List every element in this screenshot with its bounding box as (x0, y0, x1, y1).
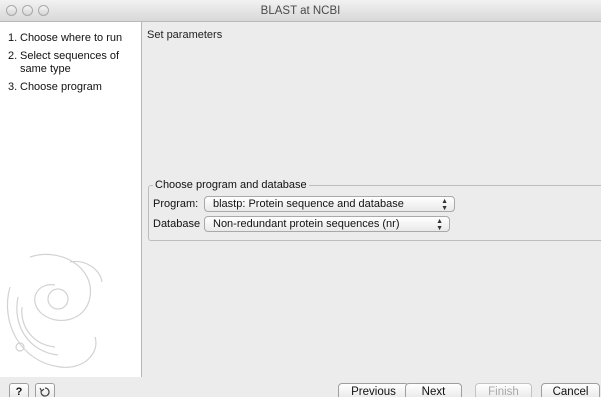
up-down-arrows-icon: ▲ ▼ (441, 198, 448, 212)
steps-list: 1. Choose where to run 2. Select sequenc… (0, 22, 141, 94)
window-title: BLAST at NCBI (260, 5, 341, 17)
reset-button[interactable] (35, 383, 55, 397)
finish-button[interactable]: Finish (475, 383, 532, 397)
program-select[interactable]: blastp: Protein sequence and database ▲ ▼ (204, 196, 455, 212)
reset-icon (39, 387, 50, 397)
window-titlebar: BLAST at NCBI (0, 0, 601, 22)
next-button[interactable]: Next (405, 383, 462, 397)
step-number: 2. (8, 50, 18, 62)
previous-button[interactable]: Previous (338, 383, 409, 397)
up-down-arrows-icon: ▲ ▼ (436, 218, 443, 232)
group-title: Choose program and database (153, 179, 309, 191)
help-button[interactable]: ? (9, 383, 29, 397)
step-select-sequences: 2. Select sequences of same type (8, 50, 137, 76)
wizard-steps-sidebar: 1. Choose where to run 2. Select sequenc… (0, 22, 142, 377)
step-label: Choose where to run (20, 32, 123, 44)
program-label: Program: (153, 198, 199, 210)
step-choose-program: 3. Choose program (8, 81, 137, 94)
database-select-value: Non-redundant protein sequences (nr) (213, 218, 400, 230)
step-label: Choose program (20, 81, 102, 93)
database-label: Database (153, 218, 201, 230)
wizard-footer: ? Previous Next Finish Cancel (0, 377, 601, 397)
swirl-logo-icon (6, 253, 103, 368)
main-panel: Set parameters Choose program and databa… (143, 22, 601, 377)
program-database-group: Choose program and database Program: bla… (148, 179, 601, 241)
database-select[interactable]: Non-redundant protein sequences (nr) ▲ ▼ (204, 216, 450, 232)
program-select-value: blastp: Protein sequence and database (213, 198, 404, 210)
step-number: 3. (8, 81, 18, 93)
help-icon: ? (15, 386, 23, 397)
cancel-button[interactable]: Cancel (541, 383, 600, 397)
step-choose-where-to-run: 1. Choose where to run (8, 32, 137, 45)
step-number: 1. (8, 32, 18, 44)
section-title: Set parameters (147, 29, 223, 41)
step-label: Select sequences of same type (20, 50, 120, 75)
